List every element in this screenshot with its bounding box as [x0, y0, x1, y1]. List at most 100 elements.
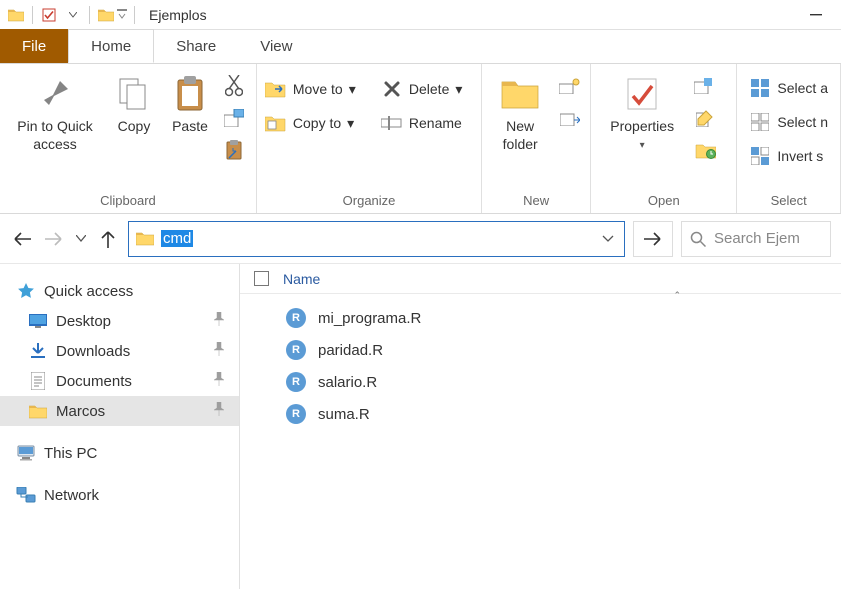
- this-pc-icon: [16, 443, 36, 463]
- column-header-row: Name ⌃: [240, 264, 841, 294]
- chevron-down-icon: ▾: [640, 140, 645, 151]
- qat-chevron-down-icon[interactable]: [63, 5, 83, 25]
- qat-dropdown-icon[interactable]: [116, 5, 128, 25]
- select-all-button[interactable]: Select a: [749, 74, 828, 102]
- easy-access-icon: [560, 110, 580, 126]
- history-icon: [694, 141, 716, 159]
- quick-access-star-icon: [16, 281, 36, 301]
- file-name: salario.R: [318, 374, 377, 391]
- scissors-icon: [225, 75, 243, 97]
- r-file-icon: R: [286, 308, 306, 328]
- tab-file[interactable]: File: [0, 29, 68, 63]
- r-file-icon: R: [286, 404, 306, 424]
- tab-view[interactable]: View: [238, 29, 314, 63]
- ribbon-group-open: Properties ▾ Open: [591, 64, 737, 213]
- paste-icon: [170, 74, 210, 114]
- sidebar-item-marcos[interactable]: Marcos: [0, 396, 239, 426]
- minimize-button[interactable]: [795, 1, 837, 29]
- desktop-icon: [28, 311, 48, 331]
- column-header-name[interactable]: Name: [283, 271, 833, 287]
- documents-icon: [28, 371, 48, 391]
- ribbon-tabs: File Home Share View: [0, 30, 841, 64]
- paste-shortcut-button[interactable]: [222, 138, 246, 162]
- copy-to-button[interactable]: Copy to ▾: [265, 109, 375, 137]
- recent-locations-button[interactable]: [74, 227, 88, 251]
- sidebar-item-thispc[interactable]: This PC: [0, 438, 239, 468]
- separator-icon: [32, 6, 33, 24]
- file-name: suma.R: [318, 406, 370, 423]
- new-item-button[interactable]: [558, 74, 582, 98]
- file-row[interactable]: Rsuma.R: [240, 398, 841, 430]
- pin-to-quick-access-button[interactable]: Pin to Quick access: [6, 70, 104, 157]
- qat-save-icon[interactable]: [39, 5, 59, 25]
- select-none-button[interactable]: Select n: [749, 108, 828, 136]
- up-button[interactable]: [96, 227, 120, 251]
- select-all-checkbox[interactable]: [254, 271, 269, 286]
- separator-icon: [134, 6, 135, 24]
- invert-selection-icon: [749, 145, 771, 167]
- invert-selection-button[interactable]: Invert s: [749, 142, 828, 170]
- sidebar-quick-access[interactable]: Quick access: [0, 276, 239, 306]
- address-input[interactable]: cmd: [161, 230, 193, 247]
- network-icon: [16, 485, 36, 505]
- new-folder-icon: [500, 74, 540, 114]
- address-bar[interactable]: cmd: [128, 221, 625, 257]
- explorer-body: Quick access Desktop Downloads: [0, 264, 841, 589]
- arrow-right-icon: [644, 231, 662, 247]
- tab-share[interactable]: Share: [154, 29, 238, 63]
- file-row[interactable]: Rparidad.R: [240, 334, 841, 366]
- address-history-button[interactable]: [598, 235, 618, 243]
- easy-access-button[interactable]: [558, 106, 582, 130]
- properties-button[interactable]: Properties ▾: [597, 70, 687, 155]
- file-name: paridad.R: [318, 342, 383, 359]
- ribbon-group-select: Select a Select n Invert s Select: [737, 64, 841, 213]
- folder-icon: [28, 401, 48, 421]
- copy-path-button[interactable]: [222, 106, 246, 130]
- ribbon: Pin to Quick access Copy Paste: [0, 64, 841, 214]
- open-button[interactable]: [693, 74, 717, 98]
- title-bar: Ejemplos: [0, 0, 841, 30]
- ribbon-group-clipboard: Pin to Quick access Copy Paste: [0, 64, 257, 213]
- history-button[interactable]: [693, 138, 717, 162]
- sidebar-item-downloads[interactable]: Downloads: [0, 336, 239, 366]
- select-all-icon: [749, 77, 771, 99]
- nav-bar: cmd Search Ejem: [0, 214, 841, 264]
- file-list: Rmi_programa.RRparidad.RRsalario.RRsuma.…: [240, 294, 841, 438]
- pin-icon: [213, 402, 225, 420]
- location-folder-icon[interactable]: [96, 5, 116, 25]
- edit-button[interactable]: [693, 106, 717, 130]
- nav-sidebar: Quick access Desktop Downloads: [0, 264, 240, 589]
- sidebar-item-documents[interactable]: Documents: [0, 366, 239, 396]
- sidebar-item-network[interactable]: Network: [0, 480, 239, 510]
- ribbon-group-new: New folder New: [482, 64, 591, 213]
- copy-button[interactable]: Copy: [108, 70, 160, 138]
- paste-shortcut-icon: [225, 140, 243, 160]
- forward-button[interactable]: [42, 227, 66, 251]
- delete-button[interactable]: Delete ▾: [381, 75, 463, 103]
- copy-to-icon: [265, 112, 287, 134]
- sidebar-item-desktop[interactable]: Desktop: [0, 306, 239, 336]
- tab-home[interactable]: Home: [68, 29, 154, 63]
- file-name: mi_programa.R: [318, 310, 421, 327]
- select-none-icon: [749, 111, 771, 133]
- file-list-area: Name ⌃ Rmi_programa.RRparidad.RRsalario.…: [240, 264, 841, 589]
- window-title: Ejemplos: [149, 7, 207, 23]
- cut-button[interactable]: [222, 74, 246, 98]
- rename-button[interactable]: Rename: [381, 109, 462, 137]
- open-icon: [694, 78, 716, 94]
- go-button[interactable]: [633, 221, 673, 257]
- paste-button[interactable]: Paste: [164, 70, 216, 138]
- sort-caret-icon: ⌃: [673, 290, 681, 301]
- back-button[interactable]: [10, 227, 34, 251]
- downloads-icon: [28, 341, 48, 361]
- edit-icon: [696, 109, 714, 127]
- move-to-button[interactable]: Move to ▾: [265, 75, 375, 103]
- new-folder-button[interactable]: New folder: [488, 70, 552, 157]
- copy-path-icon: [224, 109, 244, 127]
- file-row[interactable]: Rsalario.R: [240, 366, 841, 398]
- move-to-icon: [265, 78, 287, 100]
- copy-icon: [114, 74, 154, 114]
- search-input[interactable]: Search Ejem: [681, 221, 831, 257]
- pin-icon: [213, 342, 225, 360]
- file-row[interactable]: Rmi_programa.R: [240, 302, 841, 334]
